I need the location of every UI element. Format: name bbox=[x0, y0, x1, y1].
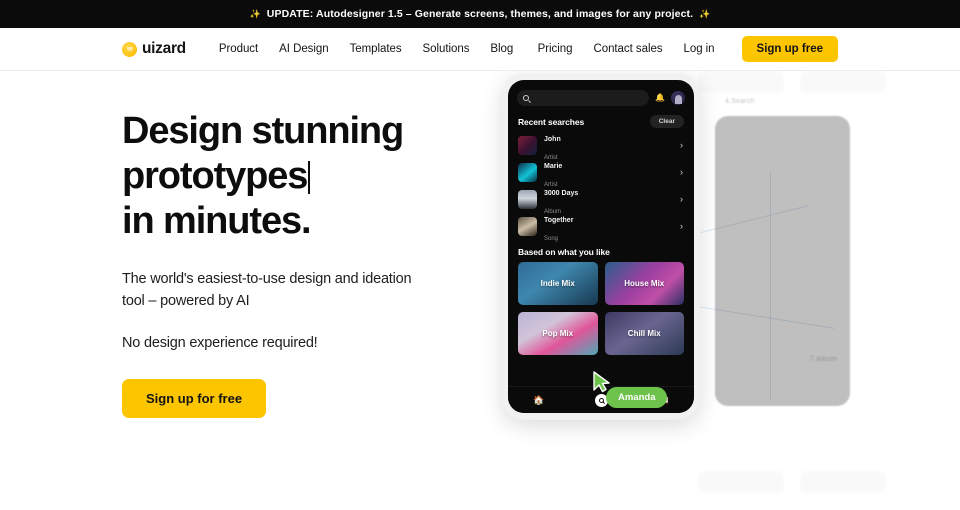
phone-screen: 🔔 Recent searches Clear John Artist › Ma… bbox=[508, 80, 694, 413]
search-icon bbox=[598, 397, 604, 403]
page-title: Design stunning prototypes in minutes. bbox=[122, 109, 482, 243]
ghost-card bbox=[698, 71, 784, 93]
nav-item-product[interactable]: Product bbox=[219, 43, 258, 55]
primary-navigation: Product AI Design Templates Solutions Bl… bbox=[219, 43, 513, 55]
ghost-phone-preview bbox=[715, 116, 850, 406]
list-item-title: 3000 Days bbox=[544, 189, 579, 197]
list-item-title: John bbox=[544, 135, 561, 143]
album-art-thumbnail bbox=[518, 217, 537, 236]
mix-card-chill[interactable]: Chill Mix bbox=[604, 312, 684, 355]
secondary-navigation: Pricing Contact sales Log in Sign up fre… bbox=[538, 36, 838, 62]
mix-grid: Indie Mix House Mix Pop Mix Chill Mix bbox=[508, 262, 694, 355]
sign-up-free-button[interactable]: Sign up free bbox=[741, 36, 838, 62]
nav-item-pricing[interactable]: Pricing bbox=[538, 43, 573, 55]
list-item[interactable]: Together Song › bbox=[518, 213, 684, 242]
announcement-banner[interactable]: ✨ UPDATE: Autodesigner 1.5 – Generate sc… bbox=[0, 0, 960, 28]
nav-item-ai-design[interactable]: AI Design bbox=[279, 43, 328, 55]
album-art-thumbnail bbox=[518, 136, 537, 155]
chevron-right-icon: › bbox=[680, 167, 683, 177]
hero-copy: Design stunning prototypes in minutes. T… bbox=[122, 71, 482, 418]
chevron-right-icon: › bbox=[680, 221, 683, 231]
list-item-title: Together bbox=[544, 216, 574, 224]
sparkle-icon: ✨ bbox=[249, 8, 261, 19]
avatar[interactable] bbox=[671, 91, 685, 105]
headline-line-1: Design stunning bbox=[122, 110, 404, 152]
headline-line-2: prototypes bbox=[122, 154, 308, 197]
hero-subtitle: The world's easiest-to-use design and id… bbox=[122, 271, 412, 310]
sparkle-icon: ✨ bbox=[699, 8, 711, 19]
phone-search-row: 🔔 bbox=[508, 80, 694, 112]
nav-item-blog[interactable]: Blog bbox=[490, 43, 513, 55]
text-caret-icon bbox=[308, 160, 311, 194]
hero-visual: 4.Search 7.Album 🔔 Recent searches Clear bbox=[470, 71, 960, 510]
chevron-right-icon: › bbox=[680, 194, 683, 204]
nav-item-log-in[interactable]: Log in bbox=[684, 43, 715, 55]
bell-icon[interactable]: 🔔 bbox=[655, 94, 665, 102]
site-header: uizard Product AI Design Templates Solut… bbox=[0, 28, 960, 71]
mix-card-pop[interactable]: Pop Mix bbox=[518, 312, 598, 355]
nav-item-solutions[interactable]: Solutions bbox=[423, 43, 470, 55]
mix-card-indie[interactable]: Indie Mix bbox=[518, 262, 598, 305]
clear-button[interactable]: Clear bbox=[649, 115, 684, 128]
hero-subtitle-2: No design experience required! bbox=[122, 334, 318, 351]
hero-section: Design stunning prototypes in minutes. T… bbox=[0, 71, 960, 510]
uizard-logo-text: uizard bbox=[142, 40, 186, 57]
album-art-thumbnail bbox=[518, 163, 537, 182]
list-item-title: Marie bbox=[544, 162, 563, 170]
phone-mockup: 🔔 Recent searches Clear John Artist › Ma… bbox=[502, 73, 700, 420]
uizard-logo-icon bbox=[122, 41, 137, 57]
search-icon bbox=[523, 95, 529, 101]
ghost-card bbox=[800, 71, 886, 93]
ghost-screen-label-search: 4.Search bbox=[725, 98, 755, 105]
recent-searches-list: John Artist › Marie Artist › 3000 Days A… bbox=[508, 132, 694, 242]
ghost-card bbox=[800, 471, 886, 493]
uizard-logo[interactable]: uizard bbox=[122, 40, 186, 58]
headline-line-3: in minutes. bbox=[122, 199, 312, 242]
ghost-card bbox=[698, 471, 784, 493]
collaborator-name-label: Amanda bbox=[606, 387, 668, 408]
sign-up-for-free-button[interactable]: Sign up for free bbox=[122, 378, 267, 418]
recommendations-title: Based on what you like bbox=[518, 247, 610, 257]
chevron-right-icon: › bbox=[680, 140, 683, 150]
search-input[interactable] bbox=[517, 90, 650, 106]
collaborator-cursor: Amanda bbox=[592, 371, 668, 408]
recent-searches-title: Recent searches bbox=[518, 116, 585, 127]
mix-card-house[interactable]: House Mix bbox=[604, 262, 684, 305]
album-art-thumbnail bbox=[518, 190, 537, 209]
announcement-text: UPDATE: Autodesigner 1.5 – Generate scre… bbox=[266, 8, 694, 20]
nav-item-contact-sales[interactable]: Contact sales bbox=[593, 43, 662, 55]
home-icon[interactable]: 🏠 bbox=[533, 395, 544, 405]
nav-item-templates[interactable]: Templates bbox=[350, 43, 402, 55]
